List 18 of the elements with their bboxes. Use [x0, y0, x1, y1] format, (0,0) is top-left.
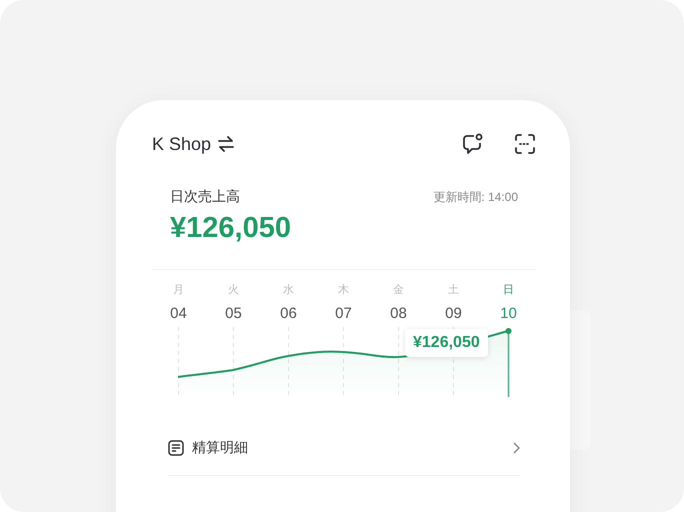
settlement-details-item[interactable]: 精算明細 — [168, 435, 520, 461]
sales-amount: ¥126,050 — [170, 212, 291, 245]
updated-time: 更新時間: 14:00 — [433, 188, 518, 206]
selected-day-marker — [506, 328, 512, 397]
day-tab[interactable]: 土 09 — [426, 282, 481, 322]
day-tab[interactable]: 水 06 — [261, 282, 316, 322]
value-tooltip: ¥126,050 — [405, 329, 488, 357]
day-tab[interactable]: 金 08 — [371, 282, 426, 322]
day-tab[interactable]: 月 04 — [151, 282, 206, 322]
document-icon — [168, 440, 184, 456]
chevron-right-icon — [512, 442, 520, 454]
day-tab[interactable]: 木 07 — [316, 282, 371, 322]
day-tab[interactable]: 火 05 — [206, 282, 261, 322]
shop-name[interactable]: K Shop — [152, 134, 212, 154]
scan-icon[interactable] — [514, 133, 536, 155]
swap-icon[interactable] — [217, 136, 236, 152]
summary-title: 日次売上高 — [170, 188, 240, 206]
chat-bubble-icon[interactable] — [462, 133, 484, 155]
